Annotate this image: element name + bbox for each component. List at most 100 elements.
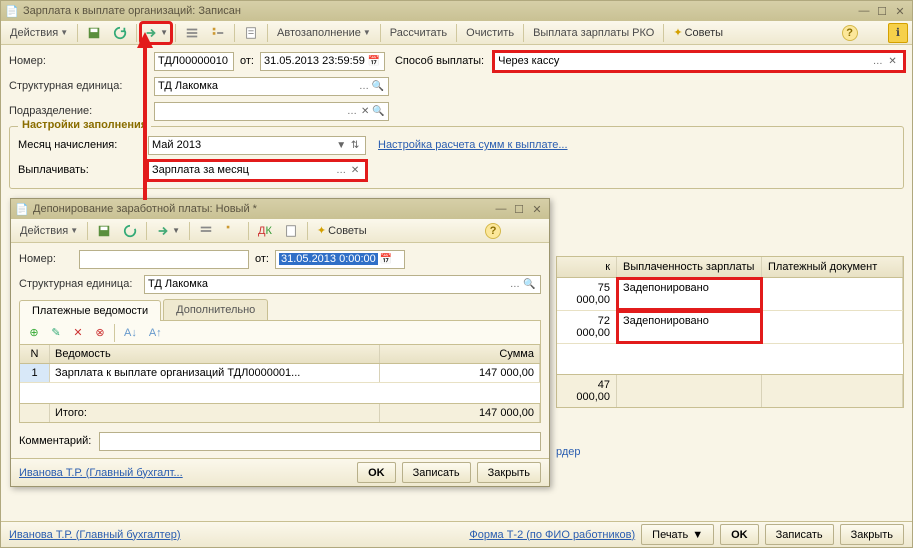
col-doc[interactable]: Ведомость [50,345,380,363]
save-button[interactable]: Записать [402,462,471,483]
dept-label: Подразделение: [9,105,154,117]
month-input[interactable]: ▼ ⇅ [148,136,366,155]
ellipsis-icon[interactable]: … [870,53,885,69]
clear-icon[interactable]: ✕ [885,53,900,69]
main-footer: Иванова Т.Р. (Главный бухгалтер) Форма Т… [1,521,912,547]
grid-toolbar: ⊕ ✎ ✕ ⊗ A↓ A↑ [19,321,541,345]
sort-asc-icon[interactable]: A↓ [119,323,142,343]
delete-icon[interactable]: ✕ [68,323,88,343]
number-input[interactable] [79,250,249,269]
list-icon[interactable] [180,23,204,43]
report-icon[interactable] [279,221,303,241]
refresh-icon[interactable] [108,23,132,43]
calc-settings-link[interactable]: Настройка расчета сумм к выплате... [378,139,568,151]
minimize-icon[interactable]: — [856,4,872,18]
tree-icon[interactable] [220,221,244,241]
save-icon[interactable] [92,221,116,241]
group-legend: Настройки заполнения [18,119,151,131]
navigate-button[interactable]: ▼ [141,23,171,43]
date-input[interactable]: 31.05.2013 0:00:00📅 [275,250,405,269]
ellipsis-icon[interactable]: … [334,162,348,178]
number-label: Номер: [19,253,79,265]
col-status[interactable]: Выплаченность зарплаты [617,257,762,277]
maximize-icon[interactable]: ☐ [874,4,890,18]
table-row[interactable]: 75 000,00 Задепонировано [557,278,903,311]
ellipsis-icon[interactable]: … [345,103,358,119]
doc-icon: 📄 [15,202,29,216]
col-paydoc[interactable]: Платежный документ [762,257,903,277]
actions-menu[interactable]: Действия▼ [15,221,83,241]
form-link[interactable]: Форма Т-2 (по ФИО работников) [469,529,635,541]
stepper-icon[interactable]: ⇅ [348,137,362,153]
tips-button[interactable]: ✦Советы [312,221,478,241]
help-icon: ? [842,25,858,41]
modal-titlebar: 📄 Депонирование заработной платы: Новый … [11,199,549,219]
calculate-button[interactable]: Рассчитать [385,23,452,43]
autofill-menu[interactable]: Автозаполнение▼ [272,23,376,43]
add-icon[interactable]: ⊕ [24,323,44,343]
modal-tabs: Платежные ведомости Дополнительно [19,299,541,321]
pay-type-input[interactable]: … ✕ [148,161,366,180]
search-icon[interactable]: 🔍 [371,78,385,94]
save-icon[interactable] [82,23,106,43]
month-label: Месяц начисления: [18,139,148,151]
from-label: от: [240,55,254,67]
search-icon[interactable]: 🔍 [372,103,385,119]
calendar-icon[interactable]: 📅 [378,251,394,267]
close-icon[interactable]: ✕ [529,202,545,216]
help-button[interactable]: ? [480,221,506,241]
info-icon[interactable]: ℹ [888,23,908,43]
tree-icon[interactable] [206,23,230,43]
dtkt-icon[interactable]: ДК [253,221,277,241]
list-icon[interactable] [194,221,218,241]
number-input[interactable] [154,52,234,71]
minimize-icon[interactable]: — [493,202,509,216]
tab-additional[interactable]: Дополнительно [163,299,268,320]
col-n[interactable]: N [20,345,50,363]
clear-button[interactable]: Очистить [461,23,519,43]
close-icon[interactable]: ✕ [892,4,908,18]
print-button[interactable]: Печать▼ [641,524,714,545]
clear-icon[interactable]: ✕ [359,103,372,119]
table-row[interactable]: 72 000,00 Задепонировано [557,311,903,344]
comment-label: Комментарий: [19,435,99,447]
ok-button[interactable]: OK [357,462,396,483]
close-button[interactable]: Закрыть [840,524,904,545]
table-row[interactable]: 1 Зарплата к выплате организаций ТДЛ0000… [20,364,540,383]
user-link[interactable]: Иванова Т.Р. (Главный бухгалт... [19,467,183,479]
tips-button[interactable]: ✦Советы [668,23,834,43]
sort-desc-icon[interactable]: A↑ [144,323,167,343]
maximize-icon[interactable]: ☐ [511,202,527,216]
deposit-modal: 📄 Депонирование заработной платы: Новый … [10,198,550,487]
edit-icon[interactable]: ✎ [46,323,66,343]
refresh-icon[interactable] [118,221,142,241]
ok-button[interactable]: OK [720,524,759,545]
clear-icon[interactable]: ✕ [348,162,362,178]
method-label: Способ выплаты: [395,55,484,67]
clear-all-icon[interactable]: ⊗ [90,323,110,343]
comment-input[interactable] [99,432,541,451]
report-icon[interactable] [239,23,263,43]
dept-input[interactable]: … ✕ 🔍 [154,102,389,121]
navigate-icon[interactable]: ▼ [151,221,185,241]
search-icon[interactable]: 🔍 [522,276,537,292]
save-button[interactable]: Записать [765,524,834,545]
col-sum[interactable]: Сумма [380,345,540,363]
payout-button[interactable]: Выплата зарплаты РКО [528,23,659,43]
payment-method-input[interactable]: … ✕ [494,52,904,71]
ellipsis-icon[interactable]: … [357,78,371,94]
main-title: Зарплата к выплате организаций: Записан [23,5,856,17]
close-button[interactable]: Закрыть [477,462,541,483]
tab-statements[interactable]: Платежные ведомости [19,300,161,321]
user-link[interactable]: Иванова Т.Р. (Главный бухгалтер) [9,529,181,541]
col-sum[interactable]: к [557,257,617,277]
calendar-icon[interactable]: 📅 [367,53,381,69]
pay-label: Выплачивать: [18,164,148,176]
help-button[interactable]: ? [837,23,863,43]
org-input[interactable]: … 🔍 [144,275,541,294]
org-input[interactable]: … 🔍 [154,77,389,96]
ellipsis-icon[interactable]: … [507,276,522,292]
actions-menu[interactable]: Действия▼ [5,23,73,43]
date-input[interactable]: 📅 [260,52,385,71]
dropdown-icon[interactable]: ▼ [334,137,348,153]
